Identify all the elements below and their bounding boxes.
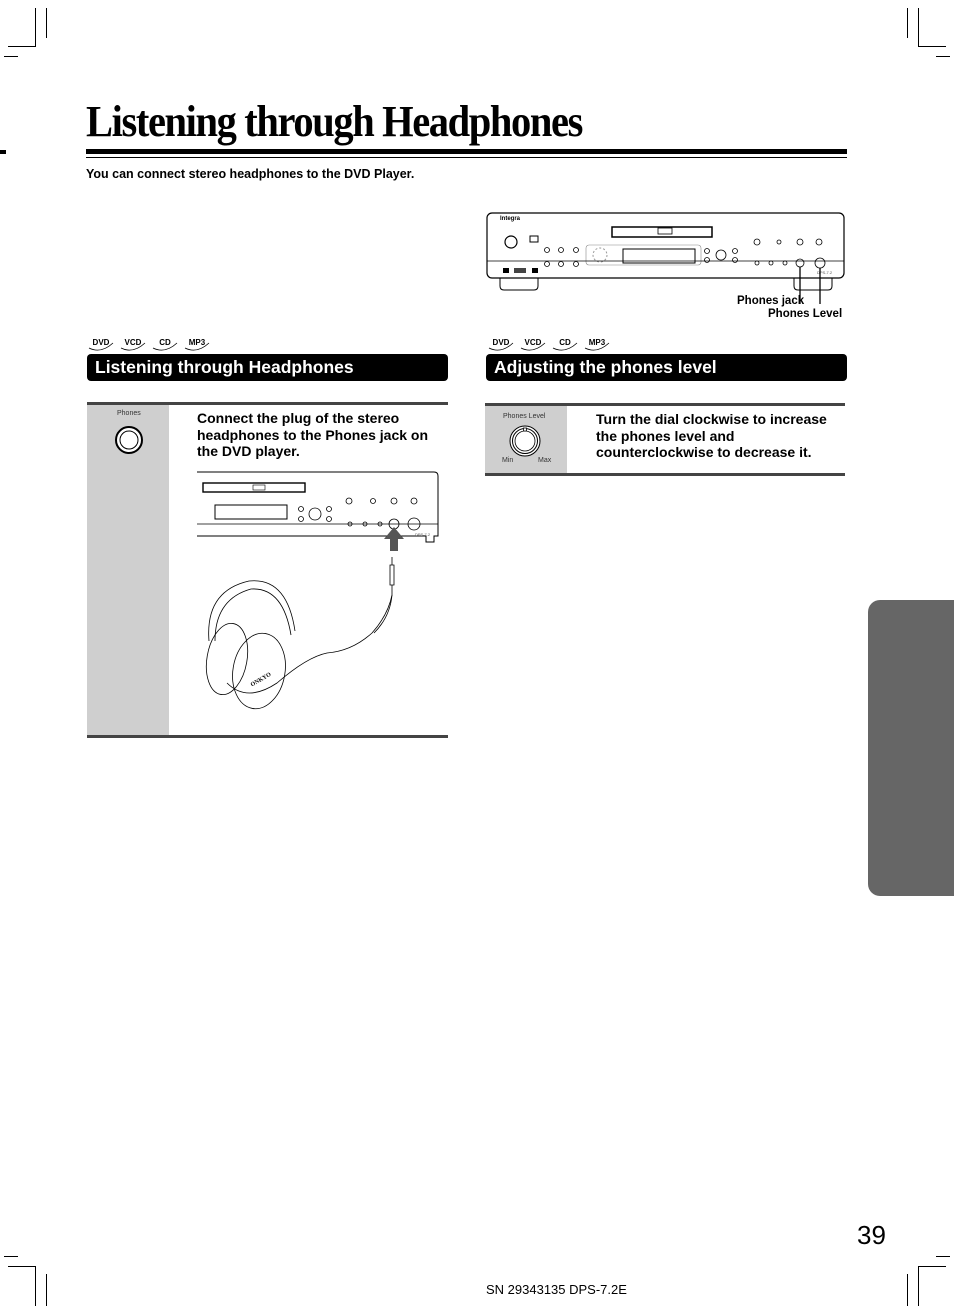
callout-phones-jack: Phones jack [737,295,805,307]
crop-mark [8,46,36,47]
disc-compatibility-logos: DVD VCD CD MP3 [488,338,610,352]
crop-mark [918,1266,946,1267]
crop-mark [907,8,908,38]
cd-logo: CD [552,338,578,352]
chapter-side-tab [868,600,954,896]
crop-mark [46,8,47,38]
crop-mark [4,1256,18,1257]
crop-mark [35,8,36,46]
brand-logo: Integra [500,216,521,222]
mp3-logo: MP3 [184,338,210,352]
mp3-logo: MP3 [584,338,610,352]
step-icon-panel: Phones [87,405,169,735]
crop-mark [907,1274,908,1306]
crop-mark [4,56,18,57]
crop-mark [918,1266,919,1306]
title-rule-thin [86,157,847,158]
dvd-logo: DVD [88,338,114,352]
callout-phones-level: Phones Level [768,308,843,320]
crop-mark [918,8,919,46]
knob-min-label: Min [502,457,514,464]
crop-mark [8,1266,36,1267]
title-rule [86,149,847,154]
page-title: Listening through Headphones [86,97,583,146]
vcd-logo: VCD [120,338,146,352]
step-icon-panel: Phones Level Min Max [485,406,567,473]
page-number: 39 [857,1220,886,1250]
cd-logo: CD [152,338,178,352]
headphone-brand: ONKYO [250,672,273,689]
phones-label: Phones [117,410,141,417]
phones-jack-icon [115,426,143,454]
step-content: Turn the dial clockwise to increase the … [567,406,845,473]
section-heading-adjusting: Adjusting the phones level [486,354,847,381]
step-instruction: Connect the plug of the stereo headphone… [197,410,429,459]
step-adjust-level: Phones Level Min Max Turn the dial clock… [485,403,845,476]
crop-mark [35,1266,36,1306]
phones-level-label: Phones Level [503,413,546,420]
step-content: Connect the plug of the stereo headphone… [169,405,448,735]
headphone-connection-illustration: DPS-7.2 ONKYO [197,471,439,710]
vcd-logo: VCD [520,338,546,352]
model-label: DPS-7.2 [415,532,431,537]
intro-text: You can connect stereo headphones to the… [86,167,415,181]
step-instruction: Turn the dial clockwise to increase the … [596,411,827,460]
volume-knob-icon [509,425,541,457]
knob-max-label: Max [538,457,552,464]
footer-code: SN 29343135 DPS-7.2E [486,1282,627,1297]
crop-mark [936,56,950,57]
disc-compatibility-logos: DVD VCD CD MP3 [88,338,210,352]
dvd-logo: DVD [488,338,514,352]
step-connect-headphones: Phones Connect the plug of the stereo he… [87,402,448,738]
crop-mark [936,1256,950,1257]
crop-mark [46,1274,47,1306]
margin-mark [0,150,6,154]
section-heading-listening: Listening through Headphones [87,354,448,381]
crop-mark [918,46,946,47]
